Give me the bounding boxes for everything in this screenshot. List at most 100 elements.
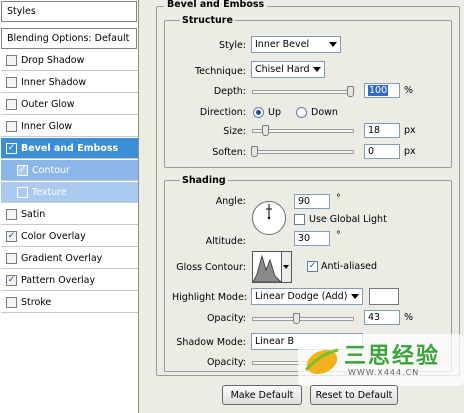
style-item-drop-shadow[interactable]: Drop Shadow (1, 50, 138, 71)
style-item-inner-shadow[interactable]: Inner Shadow (1, 72, 138, 93)
size-label: Size: (223, 126, 246, 137)
leaf-logo-icon (304, 348, 339, 375)
structure-title: Structure (180, 15, 235, 26)
highlight-mode-select[interactable]: Linear Dodge (Add) (251, 288, 363, 305)
angle-input-value: 90 (298, 196, 311, 207)
style-item-label: Inner Shadow (21, 76, 87, 88)
style-item-inner-glow[interactable]: Inner Glow (1, 116, 138, 137)
size-input-value: 18 (368, 125, 381, 136)
style-item-label: Satin (21, 208, 46, 220)
style-item-label: Drop Shadow (21, 54, 85, 66)
global-light-label: Use Global Light (309, 214, 387, 225)
bevel-emboss-checkbox[interactable]: ✓ (6, 142, 17, 154)
style-item-color-overlay[interactable]: ✓ Color Overlay (1, 226, 138, 247)
direction-down-radio[interactable] (296, 107, 307, 118)
depth-unit: % (404, 85, 414, 96)
size-input[interactable]: 18 (364, 123, 400, 138)
shadow-mode-value: Linear B (255, 336, 295, 347)
styles-header[interactable]: Styles (1, 1, 137, 22)
inner-shadow-checkbox[interactable] (6, 76, 17, 88)
reset-to-default-button[interactable]: Reset to Default (310, 385, 398, 405)
angle-input[interactable]: 90 (294, 194, 330, 209)
size-unit: px (404, 125, 416, 136)
style-item-label: Color Overlay (21, 230, 86, 242)
angle-label: Angle: (215, 196, 246, 207)
texture-checkbox[interactable] (17, 186, 28, 198)
soften-slider-track[interactable] (252, 150, 354, 154)
make-default-button[interactable]: Make Default (222, 385, 302, 405)
highlight-opacity-label: Opacity: (206, 313, 246, 324)
gradient-overlay-checkbox[interactable] (6, 252, 17, 264)
contour-curve-icon (252, 252, 282, 283)
direction-up-radio[interactable] (253, 107, 264, 118)
style-item-satin[interactable]: Satin (1, 204, 138, 225)
crosshair-icon (266, 204, 272, 220)
soften-unit: px (404, 146, 416, 157)
watermark-title: 三思经验 (344, 344, 441, 369)
style-item-texture[interactable]: Texture (1, 182, 138, 203)
depth-slider-thumb[interactable] (347, 86, 354, 97)
angle-dial[interactable] (252, 201, 286, 235)
soften-slider-thumb[interactable] (251, 146, 258, 157)
style-item-bevel-emboss[interactable]: ✓ Bevel and Emboss (1, 138, 138, 159)
global-light-checkbox[interactable] (294, 214, 305, 225)
style-item-outer-glow[interactable]: Outer Glow (1, 94, 138, 115)
pattern-overlay-checkbox[interactable]: ✓ (6, 274, 17, 286)
gloss-contour-preview[interactable] (252, 251, 282, 283)
outer-glow-checkbox[interactable] (6, 98, 17, 110)
style-select[interactable]: Inner Bevel (251, 36, 341, 53)
altitude-unit: ° (336, 230, 341, 241)
watermark: 三思经验 WWW.X444.CN (298, 334, 464, 386)
chevron-down-icon (283, 265, 289, 269)
style-item-contour[interactable]: ✓ Contour (1, 160, 138, 181)
highlight-opacity-slider-track[interactable] (252, 317, 354, 321)
style-item-label: Contour (32, 164, 70, 176)
styles-header-label: Styles (7, 6, 36, 17)
highlight-mode-label: Highlight Mode: (172, 292, 247, 303)
blending-options-item[interactable]: Blending Options: Default (1, 28, 137, 49)
angle-unit: ° (336, 193, 341, 204)
satin-checkbox[interactable] (6, 208, 17, 220)
make-default-label: Make Default (230, 389, 294, 401)
style-item-label: Texture (32, 186, 67, 198)
contour-checkbox[interactable]: ✓ (17, 164, 28, 176)
depth-slider-track[interactable] (252, 90, 354, 94)
color-overlay-checkbox[interactable]: ✓ (6, 230, 17, 242)
highlight-opacity-slider-thumb[interactable] (293, 313, 300, 324)
soften-input[interactable]: 0 (364, 144, 400, 159)
altitude-label: Altitude: (205, 236, 246, 247)
drop-shadow-checkbox[interactable] (6, 54, 17, 66)
style-item-label: Bevel and Emboss (21, 142, 119, 154)
blending-options-label: Blending Options: Default (7, 33, 130, 44)
style-item-gradient-overlay[interactable]: Gradient Overlay (1, 248, 138, 269)
technique-select-value: Chisel Hard (255, 64, 310, 75)
inner-glow-checkbox[interactable] (6, 120, 17, 132)
chevron-down-icon (351, 294, 359, 299)
highlight-opacity-input[interactable]: 43 (364, 310, 400, 325)
style-item-pattern-overlay[interactable]: ✓ Pattern Overlay (1, 270, 138, 291)
anti-aliased-checkbox[interactable]: ✓ (307, 261, 318, 272)
soften-input-value: 0 (368, 146, 375, 157)
shadow-opacity-label: Opacity: (206, 357, 246, 368)
style-item-label: Outer Glow (21, 98, 75, 110)
direction-down-label: Down (311, 107, 338, 118)
altitude-input[interactable]: 30 (294, 231, 330, 246)
depth-input[interactable]: 100 (364, 83, 400, 98)
technique-select[interactable]: Chisel Hard (251, 61, 325, 78)
technique-label: Technique: (194, 66, 246, 77)
size-slider-thumb[interactable] (262, 125, 269, 136)
altitude-input-value: 30 (298, 233, 311, 244)
gloss-contour-dropdown[interactable] (282, 251, 292, 283)
highlight-opacity-unit: % (404, 312, 414, 323)
highlight-mode-value: Linear Dodge (Add) (255, 291, 348, 302)
chevron-down-icon (313, 67, 321, 72)
direction-up-label: Up (268, 107, 281, 118)
depth-input-value: 100 (368, 85, 389, 96)
reset-to-default-label: Reset to Default (315, 389, 393, 401)
anti-aliased-label: Anti-aliased (321, 261, 378, 272)
chevron-down-icon (329, 42, 337, 47)
stroke-checkbox[interactable] (6, 296, 17, 308)
style-item-stroke[interactable]: Stroke (1, 292, 138, 313)
highlight-color-swatch[interactable] (369, 288, 399, 305)
watermark-url: WWW.X444.CN (348, 368, 420, 377)
